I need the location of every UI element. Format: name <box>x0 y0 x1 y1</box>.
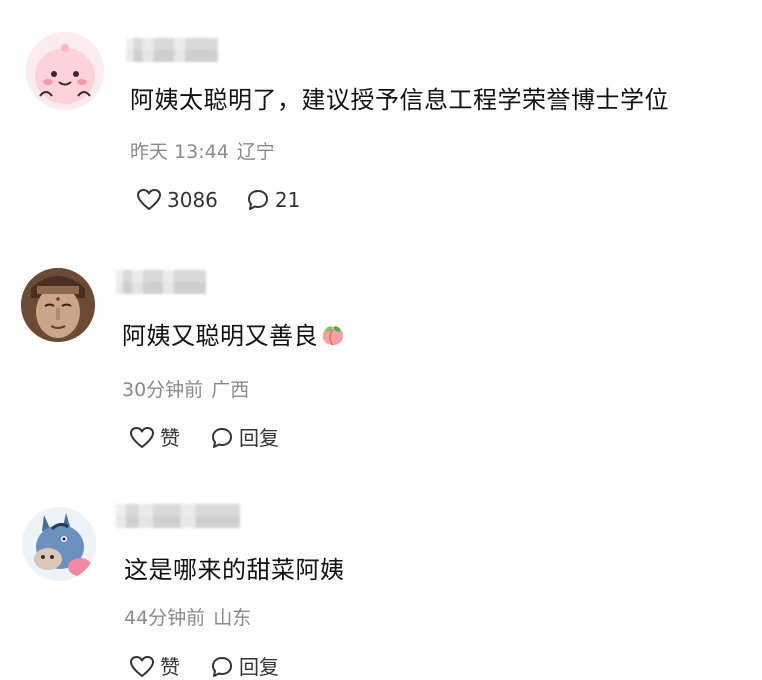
comment-meta: 昨天 13:44 辽宁 <box>130 140 275 164</box>
comment-item: 阿姨太聪明了，建议授予信息工程学荣誉博士学位 昨天 13:44 辽宁 3086 2… <box>0 0 762 240</box>
comment-actions: 3086 21 <box>136 187 300 213</box>
reply-count: 21 <box>274 188 301 212</box>
user-avatar[interactable] <box>22 507 96 581</box>
comment-actions: 赞 回复 <box>129 425 279 451</box>
comment-location: 广西 <box>211 379 250 401</box>
heart-icon <box>130 656 154 677</box>
comment-item: 这是哪来的甜菜阿姨 44分钟前 山东 赞 回复 <box>0 480 762 679</box>
like-label: 赞 <box>160 426 180 450</box>
comment-bubble-icon <box>212 657 232 677</box>
comment-meta: 30分钟前 广西 <box>122 378 249 402</box>
like-button[interactable]: 赞 <box>129 425 180 451</box>
reply-button[interactable]: 回复 <box>210 425 279 451</box>
comment-meta: 44分钟前 山东 <box>124 606 251 630</box>
comment-bubble-icon <box>247 190 268 210</box>
like-button[interactable]: 3086 <box>136 187 218 213</box>
comment-text: 这是哪来的甜菜阿姨 <box>124 556 345 584</box>
comment-location: 辽宁 <box>236 141 275 163</box>
username-blurred[interactable] <box>116 504 240 528</box>
reply-button[interactable]: 21 <box>246 187 300 213</box>
reply-button[interactable]: 回复 <box>210 654 279 680</box>
comment-bubble-icon <box>212 428 232 448</box>
like-label: 赞 <box>160 655 180 679</box>
comment-time: 44分钟前 <box>124 607 206 629</box>
pink-blob-avatar-icon <box>26 32 104 110</box>
comment-text: 阿姨太聪明了，建议授予信息工程学荣誉博士学位 <box>130 86 669 114</box>
heart-icon <box>137 189 161 210</box>
comment-time: 30分钟前 <box>122 379 204 401</box>
user-avatar[interactable] <box>21 268 95 342</box>
reply-label: 回复 <box>239 655 279 679</box>
blue-donkey-avatar-icon <box>22 507 96 581</box>
username-blurred[interactable] <box>116 270 206 294</box>
username-blurred[interactable] <box>126 38 218 62</box>
comment-text: 阿姨又聪明又善良 <box>122 320 346 352</box>
heart-icon <box>130 427 154 448</box>
like-count: 3086 <box>167 188 218 212</box>
comment-item: 阿姨又聪明又善良 30分钟前 广西 赞 回复 <box>0 240 762 480</box>
comment-location: 山东 <box>213 607 252 629</box>
user-avatar[interactable] <box>26 32 104 110</box>
peach-emoji-icon <box>322 326 344 346</box>
comment-actions: 赞 回复 <box>129 654 279 680</box>
statue-face-avatar-icon <box>21 268 95 342</box>
like-button[interactable]: 赞 <box>129 654 180 680</box>
comment-time: 昨天 13:44 <box>130 141 229 163</box>
reply-label: 回复 <box>239 426 279 450</box>
